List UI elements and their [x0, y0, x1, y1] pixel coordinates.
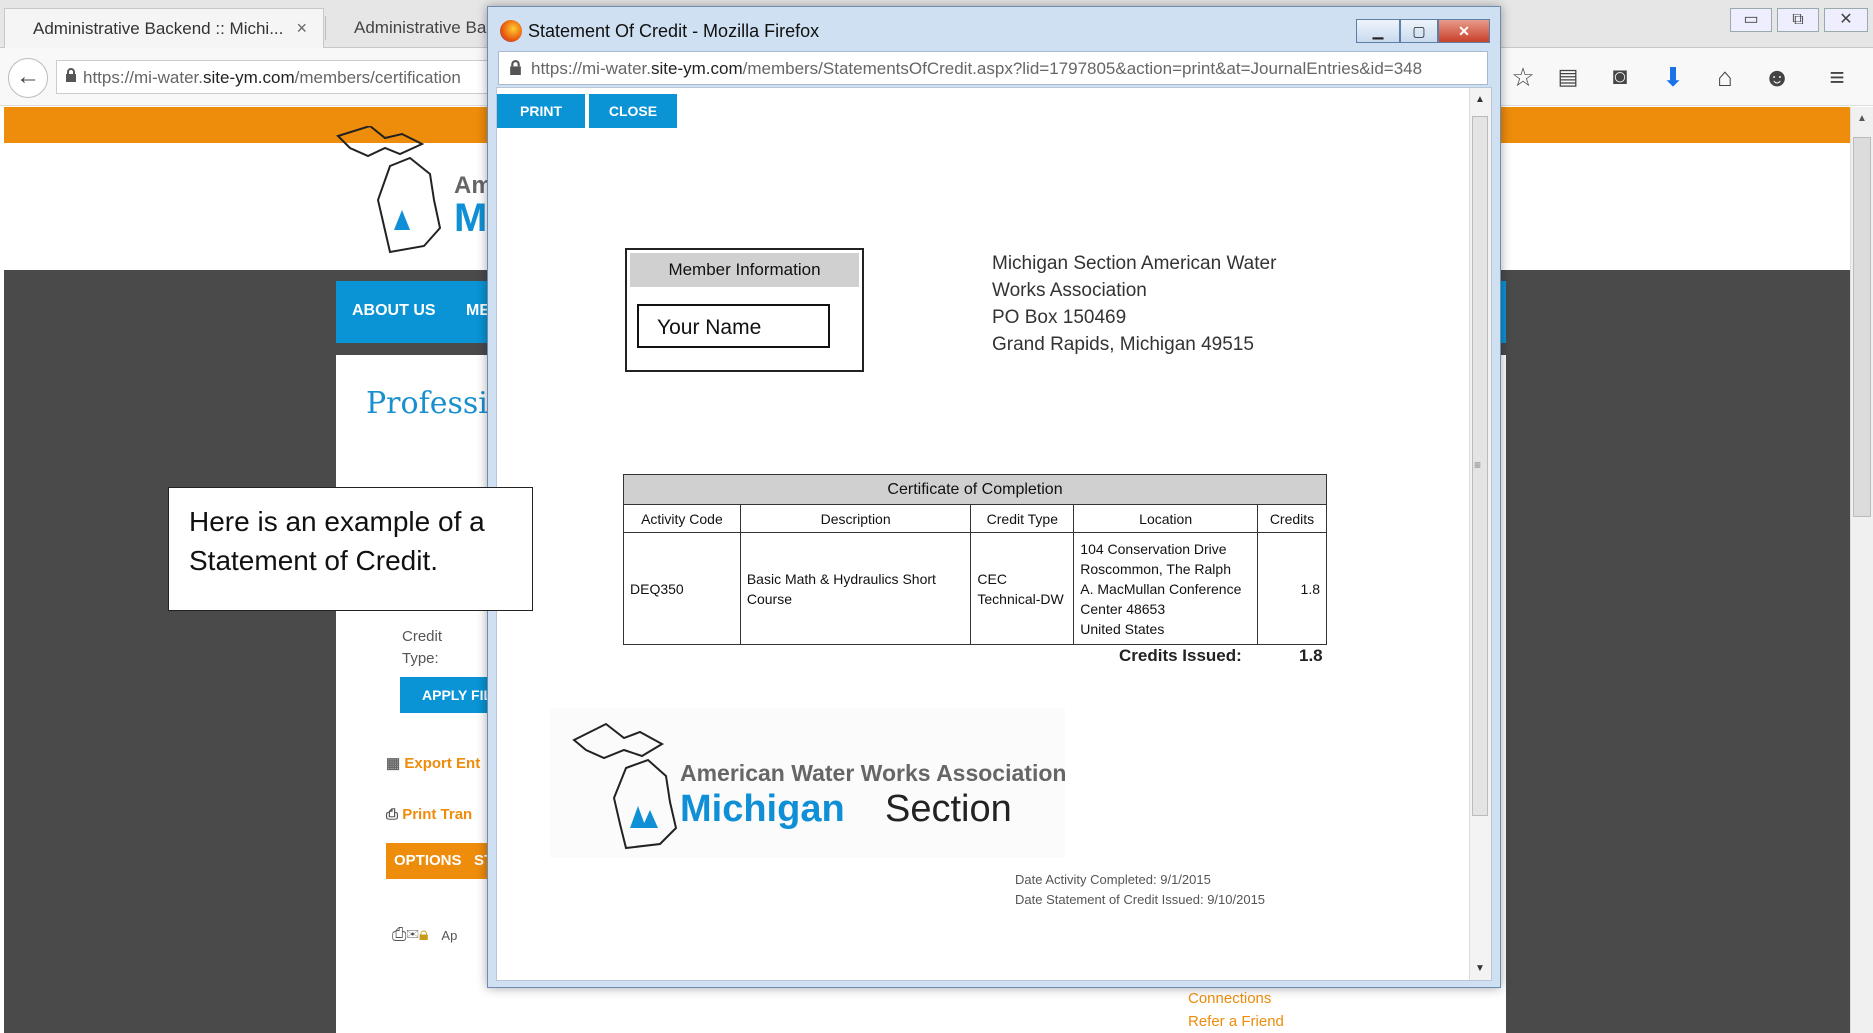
- table-row: DEQ350 Basic Math & Hydraulics Short Cou…: [623, 532, 1327, 645]
- certificate-caption: Certificate of Completion: [623, 474, 1327, 505]
- column-header: Credits: [1257, 504, 1327, 533]
- date-statement-issued: Date Statement of Credit Issued: 9/10/20…: [1015, 892, 1266, 907]
- credit-type-line: Technical-DW: [977, 590, 1064, 607]
- scroll-down-icon[interactable]: ▼: [1475, 963, 1485, 974]
- michigan-outline-icon: [572, 722, 678, 850]
- logo-section: Section: [885, 788, 1012, 830]
- column-header: Credit Type: [970, 504, 1075, 533]
- scrollbar-thumb[interactable]: [1853, 137, 1871, 517]
- home-icon[interactable]: ⌂: [1710, 62, 1740, 92]
- date-activity-completed: Date Activity Completed: 9/1/2015: [1015, 872, 1211, 887]
- popup-close-icon[interactable]: ✕: [1438, 19, 1490, 43]
- tab-label: Administrative Backe: [354, 18, 496, 37]
- tab-label: Administrative Backend :: Michi...: [33, 19, 284, 38]
- firefox-icon: [500, 20, 522, 42]
- lock-icon: [510, 60, 521, 75]
- member-information-box: Member Information Your Name: [625, 248, 864, 372]
- location-line: Center 48653: [1080, 600, 1166, 617]
- address-line: PO Box 150469: [992, 307, 1127, 328]
- member-name: Your Name: [637, 304, 830, 348]
- row-text: Ap: [441, 928, 458, 943]
- row-action-icons: ⎙✉🔒︎ Ap: [392, 924, 457, 945]
- url-text: https://mi-water.site-ym.com/members/cer…: [83, 68, 461, 87]
- column-header: Activity Code: [623, 504, 741, 533]
- connections-link[interactable]: Connections: [1188, 990, 1271, 1007]
- url-bar[interactable]: https://mi-water.site-ym.com/members/cer…: [56, 60, 496, 94]
- organization-address: Michigan Section American Water Works As…: [992, 250, 1332, 358]
- michigan-outline-icon: [336, 124, 442, 254]
- print-button[interactable]: PRINT: [497, 94, 585, 128]
- close-button[interactable]: CLOSE: [589, 94, 677, 128]
- logo-text-bottom: M: [454, 196, 488, 240]
- address-line: Grand Rapids, Michigan 49515: [992, 334, 1254, 355]
- location-line: 104 Conservation Drive: [1080, 540, 1227, 557]
- activity-code-cell: DEQ350: [623, 532, 741, 645]
- back-arrow-icon[interactable]: ←: [8, 58, 48, 98]
- member-information-header: Member Information: [630, 253, 859, 287]
- credit-type-label: Credit Type:: [402, 628, 443, 667]
- popup-scrollbar[interactable]: ▲ ≡ ▼: [1469, 88, 1491, 980]
- location-cell: 104 Conservation Drive Roscommon, The Ra…: [1073, 532, 1258, 645]
- credit-type-cell: CEC Technical-DW: [970, 532, 1075, 645]
- location-line: Roscommon, The Ralph: [1080, 560, 1231, 577]
- mail-icon[interactable]: ✉: [406, 924, 418, 944]
- credits-issued-label: Credits Issued:: [1119, 646, 1242, 665]
- lock-icon: [66, 68, 76, 82]
- address-line: Works Association: [992, 280, 1147, 301]
- certificate-table: Certificate of Completion Activity Code …: [623, 474, 1327, 645]
- address-line: Michigan Section American Water: [992, 253, 1277, 274]
- export-label: Export Ent: [404, 755, 481, 772]
- logo-michigan: Michigan: [680, 788, 845, 830]
- statement-of-credit-window: Statement Of Credit - Mozilla Firefox ▁ …: [487, 6, 1501, 988]
- callout-line: Here is an example of a: [189, 506, 485, 537]
- reading-list-icon[interactable]: ▤: [1553, 62, 1583, 92]
- description-cell: Basic Math & Hydraulics Short Course: [739, 532, 972, 645]
- tab-administrative-backend[interactable]: Administrative Backend :: Michi... ×: [4, 8, 324, 48]
- callout-line: Statement of Credit.: [189, 545, 439, 576]
- popup-url-bar[interactable]: https://mi-water.site-ym.com/members/Sta…: [498, 51, 1488, 85]
- column-header: Location: [1073, 504, 1258, 533]
- restore-icon[interactable]: ⧉: [1777, 8, 1819, 32]
- options-label: OPTIONS: [394, 852, 462, 869]
- refer-a-friend-link[interactable]: Refer a Friend: [1188, 1013, 1284, 1030]
- site-logo[interactable]: Am M: [330, 124, 493, 261]
- credits-issued-value: 1.8: [1299, 646, 1323, 665]
- credits-cell: 1.8: [1257, 532, 1327, 645]
- grip-icon: ≡: [1474, 458, 1482, 472]
- close-tab-icon[interactable]: ×: [296, 18, 307, 39]
- menu-icon[interactable]: ≡: [1822, 62, 1852, 92]
- scroll-up-icon[interactable]: ▲: [1857, 113, 1867, 124]
- popup-minimize-icon[interactable]: ▁: [1356, 19, 1400, 43]
- logo-line-1: American Water Works Association: [680, 760, 1067, 786]
- column-header: Description: [739, 504, 972, 533]
- printer-icon: ⎙: [386, 806, 399, 823]
- download-icon[interactable]: ⬇: [1658, 62, 1688, 92]
- star-icon[interactable]: ☆: [1508, 62, 1538, 92]
- location-line: United States: [1080, 620, 1165, 637]
- printer-icon[interactable]: ⎙: [392, 924, 406, 944]
- popup-url-text: https://mi-water.site-ym.com/members/Sta…: [531, 59, 1423, 78]
- minimize-icon[interactable]: ▭: [1730, 8, 1772, 32]
- close-window-icon[interactable]: ✕: [1824, 8, 1868, 32]
- awwa-michigan-logo: American Water Works Association Michiga…: [550, 708, 1067, 858]
- annotation-callout: Here is an example of a Statement of Cre…: [168, 487, 533, 611]
- print-label: Print Tran: [402, 806, 473, 823]
- credit-type-line: CEC: [977, 570, 1007, 587]
- popup-title: Statement Of Credit - Mozilla Firefox: [528, 21, 820, 41]
- export-icon: ▦: [386, 755, 401, 772]
- lock-icon[interactable]: 🔒︎: [419, 924, 429, 944]
- apply-filter-button[interactable]: APPLY FIL: [400, 677, 500, 713]
- print-transcript-link[interactable]: ⎙ Print Tran: [386, 806, 472, 823]
- smiley-icon[interactable]: ☻: [1762, 62, 1792, 92]
- popup-maximize-icon[interactable]: ▢: [1400, 19, 1438, 43]
- tab-administrative-backend-2[interactable]: Administrative Backe: [326, 8, 496, 48]
- page-title: Professi: [366, 386, 488, 421]
- location-line: A. MacMullan Conference: [1080, 580, 1242, 597]
- scroll-up-icon[interactable]: ▲: [1475, 94, 1485, 105]
- pocket-icon[interactable]: ◙: [1605, 62, 1635, 92]
- page-scrollbar[interactable]: ▲: [1850, 107, 1873, 1033]
- popup-content: PRINT CLOSE Member Information Your Name…: [496, 87, 1492, 981]
- export-entries-link[interactable]: ▦ Export Ent: [386, 754, 480, 772]
- menu-about-us[interactable]: ABOUT US: [352, 302, 436, 320]
